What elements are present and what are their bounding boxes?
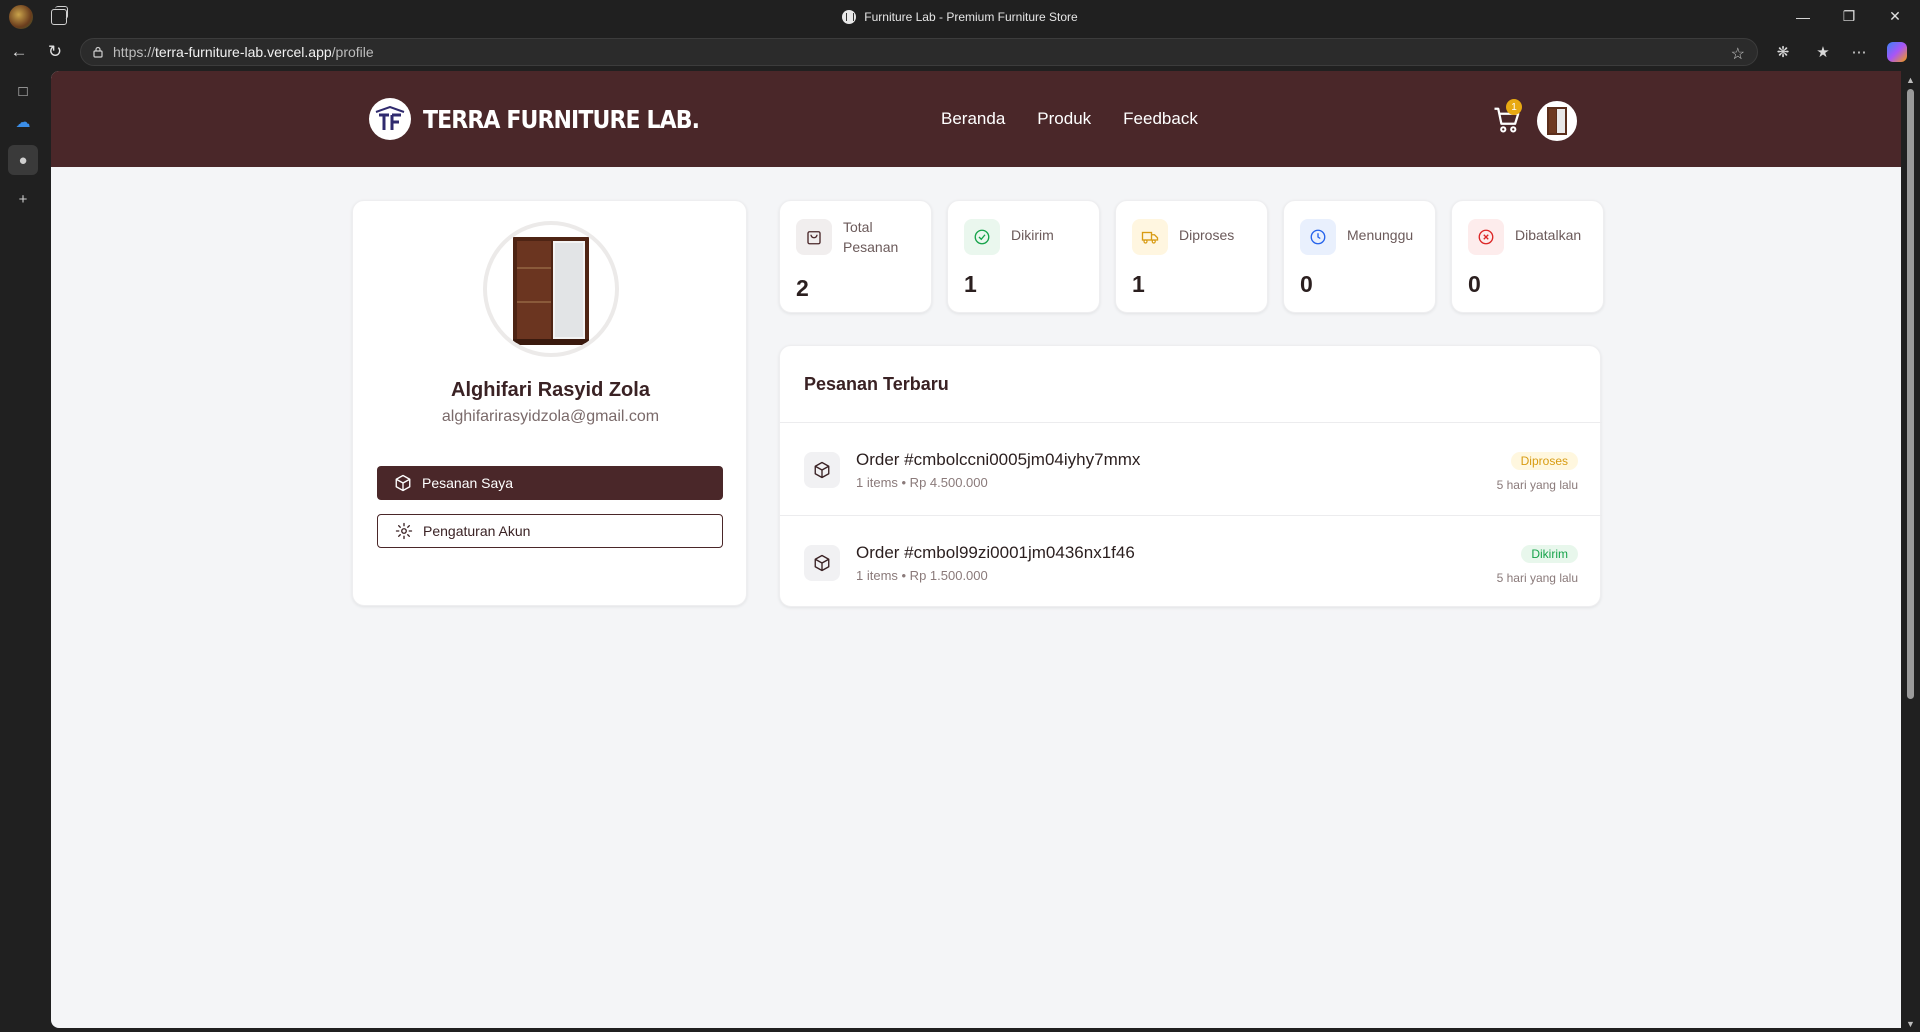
order-time: 5 hari yang lalu (1496, 478, 1578, 492)
stat-value: 1 (1132, 271, 1145, 297)
stat-label: Diproses (1179, 227, 1235, 243)
tf-logo-icon (369, 98, 411, 140)
order-meta: 1 items • Rp 1.500.000 (856, 568, 988, 583)
stat-label: Dibatalkan (1515, 227, 1582, 243)
profile-name: Alghifari Rasyid Zola (451, 379, 650, 401)
more-menu-icon[interactable]: ⋯ (1849, 42, 1869, 62)
new-tab-icon[interactable]: + (12, 188, 34, 210)
nav-feedback[interactable]: Feedback (1123, 109, 1198, 129)
address-bar[interactable]: https://terra-furniture-lab.vercel.app/p… (80, 38, 1758, 66)
window-title: Furniture Lab - Premium Furniture Store (0, 0, 1920, 33)
order-id: Order #cmbol99zi0001jm0436nx1f46 (856, 543, 1135, 562)
bag-icon (796, 219, 832, 255)
copilot-icon[interactable] (1887, 42, 1907, 62)
sidebar-tabs-icon[interactable]: □ (12, 80, 34, 102)
check-circle-icon (964, 219, 1000, 255)
order-id: Order #cmbolccni0005jm04iyhy7mmx (856, 450, 1141, 469)
account-settings-button[interactable]: Pengaturan Akun (377, 514, 723, 548)
my-orders-label: Pesanan Saya (422, 475, 514, 491)
refresh-icon[interactable]: ↻ (44, 41, 66, 63)
account-settings-label: Pengaturan Akun (423, 523, 531, 539)
package-icon (804, 545, 840, 581)
recent-orders-title: Pesanan Terbaru (804, 374, 949, 394)
stat-value: 2 (796, 275, 809, 301)
url-scheme: https:// (113, 44, 156, 60)
back-icon[interactable]: ← (8, 41, 30, 63)
favorites-icon[interactable]: ★ (1813, 42, 1833, 62)
stat-card-menunggu: Menunggu 0 (1283, 200, 1436, 313)
restore-icon[interactable]: ❐ (1826, 0, 1872, 33)
order-meta: 1 items • Rp 4.500.000 (856, 475, 988, 490)
stat-value: 0 (1300, 271, 1313, 297)
scrollbar-thumb[interactable] (1907, 89, 1914, 699)
url-host: terra-furniture-lab.vercel.app (155, 44, 332, 60)
extensions-icon[interactable]: ❋ (1773, 42, 1793, 62)
close-icon[interactable]: ✕ (1872, 0, 1918, 33)
nav-produk[interactable]: Produk (1037, 109, 1091, 129)
browser-titlebar: Furniture Lab - Premium Furniture Store … (0, 0, 1920, 33)
status-badge: Dikirim (1521, 545, 1578, 563)
status-badge: Diproses (1510, 452, 1578, 470)
gear-icon (395, 522, 413, 540)
stat-card-dibatalkan: Dibatalkan 0 (1451, 200, 1604, 313)
scroll-down-icon[interactable]: ▼ (1906, 1019, 1915, 1029)
favorite-star-icon[interactable]: ☆ (1731, 44, 1745, 64)
minimize-icon[interactable]: — (1780, 0, 1826, 33)
cart-count-badge: 1 (1506, 99, 1522, 115)
onedrive-icon[interactable]: ☁ (12, 111, 34, 133)
my-orders-button[interactable]: Pesanan Saya (377, 466, 723, 500)
url-path: /profile (331, 44, 374, 60)
profile-card: Alghifari Rasyid Zola alghifarirasyidzol… (352, 200, 747, 606)
stat-label: Menunggu (1347, 227, 1414, 243)
order-row[interactable]: Order #cmbol99zi0001jm0436nx1f46 1 items… (780, 516, 1602, 608)
truck-icon (1132, 219, 1168, 255)
site-info-icon[interactable] (92, 46, 104, 58)
stat-card-total: Total Pesanan 2 (779, 200, 932, 313)
stat-label: Total Pesanan (843, 219, 899, 255)
page-viewport: TERRA FURNITURE LAB. Beranda Produk Feed… (51, 71, 1901, 1028)
stat-card-diproses: Diproses 1 (1115, 200, 1268, 313)
page-scrollbar[interactable]: ▲ ▼ (1901, 71, 1920, 1032)
brand-name: TERRA FURNITURE LAB. (423, 104, 700, 134)
scroll-up-icon[interactable]: ▲ (1906, 75, 1915, 85)
tab-title: Furniture Lab - Premium Furniture Store (864, 9, 1078, 24)
order-row[interactable]: Order #cmbolccni0005jm04iyhy7mmx 1 items… (780, 423, 1602, 515)
nav-beranda[interactable]: Beranda (941, 109, 1005, 129)
site-header: TERRA FURNITURE LAB. Beranda Produk Feed… (51, 71, 1901, 167)
stat-value: 1 (964, 271, 977, 297)
profile-email: alghifarirasyidzola@gmail.com (441, 408, 660, 425)
site-favicon-icon (842, 9, 857, 24)
recent-orders-card: Pesanan Terbaru Order #cmbolccni0005jm04… (779, 345, 1602, 608)
x-circle-icon (1468, 219, 1504, 255)
stat-value: 0 (1468, 271, 1481, 297)
profile-avatar (483, 221, 619, 357)
main-nav: Beranda Produk Feedback (941, 109, 1198, 129)
package-icon (395, 474, 411, 492)
stat-card-dikirim: Dikirim 1 (947, 200, 1100, 313)
brand-logo[interactable]: TERRA FURNITURE LAB. (369, 98, 737, 140)
stat-label: Dikirim (1011, 227, 1054, 243)
active-tab-favicon-icon[interactable]: ● (8, 145, 38, 175)
package-icon (804, 452, 840, 488)
clock-icon (1300, 219, 1336, 255)
browser-sidebar: □ ☁ ● + (0, 71, 50, 1032)
user-avatar[interactable] (1537, 101, 1577, 141)
order-time: 5 hari yang lalu (1496, 571, 1578, 585)
browser-toolbar: ← ↻ https://terra-furniture-lab.vercel.a… (0, 33, 1920, 71)
